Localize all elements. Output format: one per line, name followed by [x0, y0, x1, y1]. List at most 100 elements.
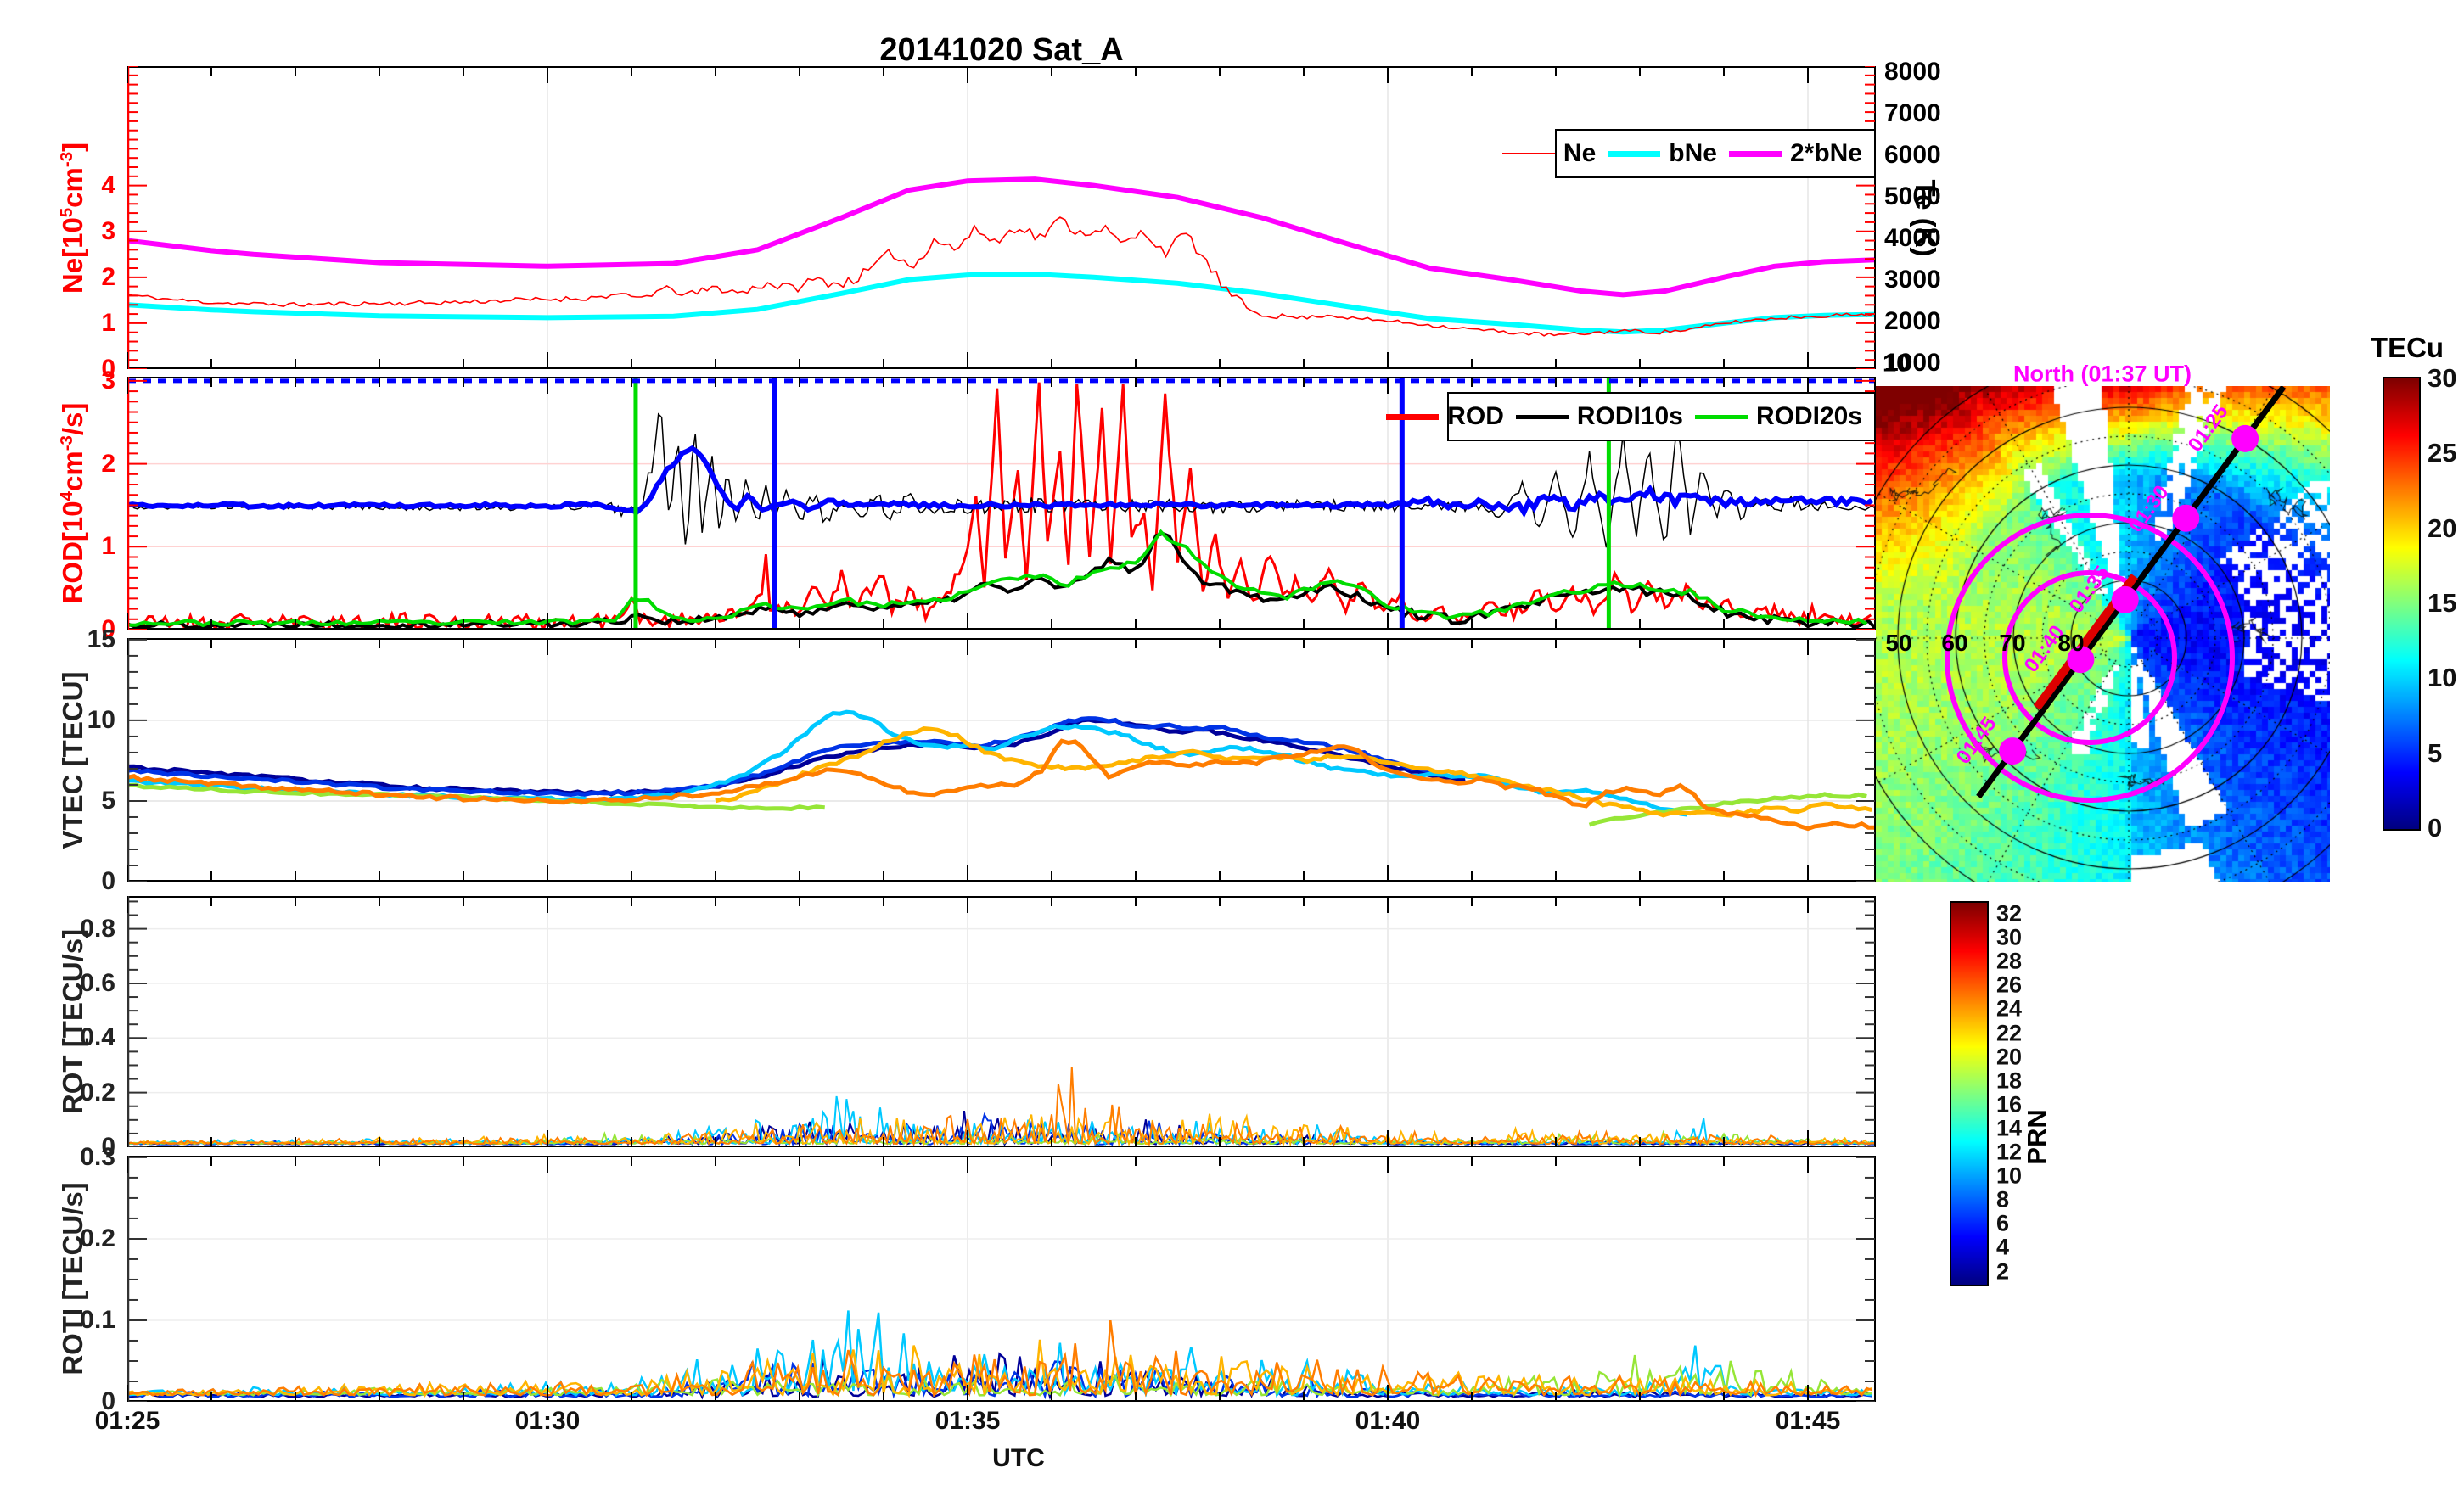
prn-tick: 32	[1996, 900, 2023, 927]
track-time-marker	[2172, 504, 2200, 532]
x-axis-label: UTC	[992, 1444, 1045, 1472]
right-ytick: 7000	[1884, 99, 1941, 127]
chart-title: 20141020 Sat_A	[879, 32, 1124, 68]
prn-colorbar-label: PRN	[2022, 1109, 2051, 1165]
y-axis-label-part: VTEC [TECU]	[57, 671, 88, 849]
panel-electron-density-temperature	[127, 66, 1876, 369]
prn-tick: 6	[1996, 1210, 2010, 1236]
prn-tick: 26	[1996, 972, 2023, 998]
tecu-tick: 10	[2428, 663, 2457, 693]
y-axis-label-part: Ne[10	[57, 216, 88, 294]
y-axis-label-part: cm	[57, 451, 88, 491]
tecu-tick: 15	[2428, 587, 2457, 618]
legend-label: RODI10s	[1576, 402, 1683, 430]
y-axis-label-part: ]	[57, 142, 88, 152]
prn-tick: 12	[1996, 1139, 2023, 1165]
track-time-marker	[2111, 585, 2139, 613]
tecu-tick: 20	[2428, 513, 2457, 543]
y-axis-label-p3: VTEC [TECU]	[57, 671, 89, 849]
y-axis-label-part: -3	[57, 435, 76, 451]
ytick-p1: 1	[101, 308, 115, 337]
legend-line-swatch	[1728, 150, 1782, 157]
prn-tick: 8	[1996, 1186, 2010, 1213]
track-time-marker	[1999, 737, 2027, 765]
y-axis-label-part: ROTI [TECU/s]	[57, 1182, 88, 1375]
prn-tick: 2	[1996, 1258, 2010, 1284]
latitude-label: 60	[1941, 630, 1968, 656]
xtick-label: 01:35	[935, 1407, 1001, 1435]
y-axis-label-part: ROT [TECU/s]	[57, 928, 88, 1115]
latitude-label: 80	[2057, 630, 2085, 656]
prn-tick: 14	[1996, 1115, 2023, 1141]
legend-line-swatch	[1501, 153, 1555, 154]
right-ytick-stray: 10	[1883, 350, 1911, 378]
legend-line-swatch	[1515, 414, 1569, 419]
legend-line-swatch	[1608, 150, 1661, 157]
legend-label: 2*bNe	[1789, 139, 1862, 167]
prn-tick: 10	[1996, 1162, 2023, 1189]
legend-label: ROD	[1447, 402, 1504, 430]
legend-item: ROD	[1386, 402, 1504, 431]
legend-p2: ROD RODI10s RODI20s	[1386, 392, 1876, 441]
tecu-tick: 25	[2428, 438, 2457, 468]
legend-item: bNe	[1608, 139, 1717, 168]
prn-tick: 24	[1996, 995, 2023, 1022]
right-ytick: 6000	[1884, 141, 1941, 169]
tecu-tick: 5	[2428, 737, 2443, 768]
y-axis-label-p1: Ne[105cm-3]	[57, 142, 89, 293]
prn-tick: 16	[1996, 1091, 2023, 1118]
track-time-marker	[2231, 424, 2259, 452]
ytick-p3: 0	[101, 867, 115, 895]
right-ytick: 3000	[1884, 265, 1941, 294]
y-axis-label-p4: ROT [TECU/s]	[57, 929, 89, 1114]
prn-tick: 20	[1996, 1044, 2023, 1070]
prn-tick: 22	[1996, 1020, 2023, 1045]
legend-item: RODI20s	[1694, 402, 1862, 431]
legend-line-swatch	[1386, 413, 1440, 420]
panel-rate-of-tec	[127, 896, 1876, 1147]
legend-p1: Ne bNe 2*bNe	[1501, 129, 1876, 178]
xtick-label: 01:25	[94, 1407, 160, 1435]
tecu-tick: 30	[2428, 363, 2457, 393]
legend-label: bNe	[1669, 139, 1717, 167]
right-ytick: 2000	[1884, 306, 1941, 335]
ytick-p3: 15	[87, 625, 115, 653]
y-axis-label-p5: ROTI [TECU/s]	[57, 1182, 89, 1375]
y-axis-label-part: /s]	[57, 402, 88, 436]
tecu-tick: 0	[2428, 812, 2443, 843]
prn-tick: 18	[1996, 1067, 2023, 1094]
latitude-label: 70	[1999, 630, 2026, 656]
right-ytick: 8000	[1884, 58, 1941, 86]
xtick-label: 01:30	[514, 1407, 581, 1435]
figure: 20141020 Sat_A UTC North (01:37 UT) 01:2…	[0, 0, 2464, 1490]
y-axis-label-part: 5	[57, 207, 76, 217]
y-axis-label-part: ROD[10	[57, 501, 88, 604]
legend-item: Ne	[1501, 139, 1597, 168]
ytick-p5: 0.3	[80, 1142, 115, 1171]
series-PRN-cyan	[127, 709, 1687, 817]
xtick-label: 01:40	[1355, 1407, 1421, 1435]
latitude-label: 50	[1885, 630, 1912, 656]
legend-item: RODI10s	[1515, 402, 1683, 431]
legend-line-swatch	[1694, 414, 1748, 419]
legend-label: Ne	[1563, 139, 1597, 167]
prn-tick: 30	[1996, 924, 2023, 950]
panel-vertical-tec	[127, 638, 1876, 882]
ytick-p2: 3	[101, 366, 115, 395]
map-title: North (01:37 UT)	[2012, 361, 2192, 387]
xtick-label: 01:45	[1775, 1407, 1841, 1435]
right-axis-label: Te (K)	[1910, 178, 1941, 257]
y-axis-label-part: -3	[57, 151, 76, 167]
y-axis-label-part: cm	[57, 166, 88, 208]
prn-tick: 4	[1996, 1234, 2010, 1260]
panel-roti-index	[127, 1156, 1876, 1402]
prn-colorbar	[1950, 901, 1989, 1286]
y-axis-label-part: 4	[57, 491, 76, 501]
legend-label: RODI20s	[1755, 402, 1862, 430]
tecu-colorbar	[2383, 377, 2421, 831]
series-2*bNe	[127, 176, 1876, 298]
legend-item: 2*bNe	[1728, 139, 1862, 168]
y-axis-label-p2: ROD[104cm-3/s]	[57, 403, 89, 604]
prn-tick: 28	[1996, 948, 2023, 974]
tecu-colorbar-title: TECu	[2370, 332, 2444, 363]
